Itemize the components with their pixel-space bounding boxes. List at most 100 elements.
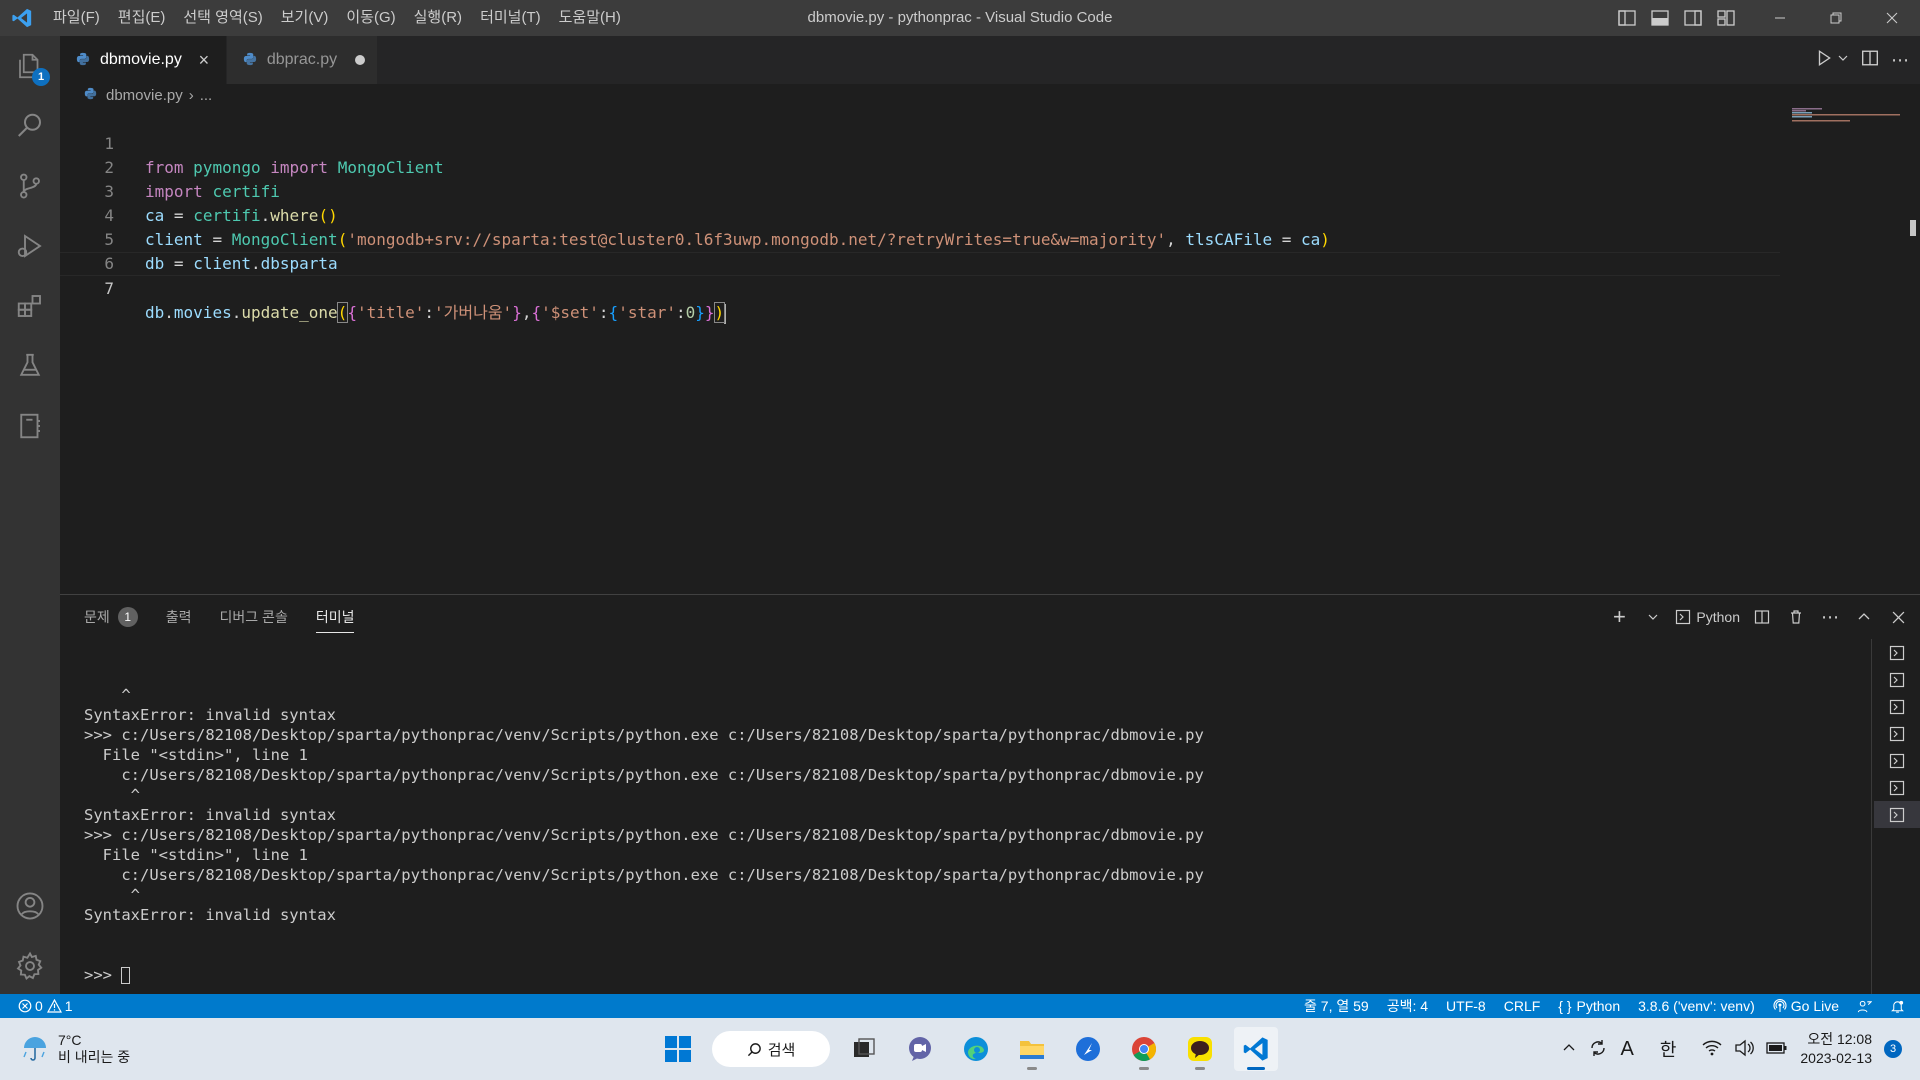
tab-debug-console[interactable]: 디버그 콘솔: [220, 595, 288, 639]
breadcrumb-symbols[interactable]: ...: [200, 87, 213, 104]
settings-gear-icon[interactable]: [0, 936, 60, 996]
menu-item[interactable]: 편집(E): [109, 0, 175, 36]
code-editor[interactable]: 1 from pymongo import MongoClient 2 impo…: [60, 106, 1920, 594]
extensions-icon[interactable]: [0, 276, 60, 336]
python-interpreter[interactable]: 3.8.6 ('venv': venv): [1629, 994, 1764, 1018]
menu-item[interactable]: 실행(R): [405, 0, 471, 36]
terminal-instance-list: [1874, 639, 1920, 828]
encoding[interactable]: UTF-8: [1437, 994, 1495, 1018]
restore-icon[interactable]: [1808, 0, 1864, 36]
terminal-instance-icon[interactable]: [1874, 747, 1920, 774]
ime-mode[interactable]: 한: [1660, 1036, 1677, 1062]
kakaotalk-icon[interactable]: [1178, 1027, 1222, 1071]
start-button[interactable]: [656, 1027, 700, 1071]
explorer-icon[interactable]: 1: [0, 36, 60, 96]
terminal-instance-icon[interactable]: [1874, 774, 1920, 801]
tab-problems[interactable]: 문제 1: [84, 595, 138, 639]
menu-item[interactable]: 선택 영역(S): [174, 0, 271, 36]
ime-language[interactable]: A: [1620, 1038, 1633, 1061]
toggle-secondary-sidebar-icon[interactable]: [1676, 0, 1709, 36]
pin-app-icon[interactable]: [1066, 1027, 1110, 1071]
code-line: 1 from pymongo import MongoClient: [60, 108, 1780, 177]
new-terminal-icon[interactable]: +: [1607, 604, 1631, 630]
menu-item[interactable]: 터미널(T): [471, 0, 550, 36]
file-explorer-icon[interactable]: [1010, 1027, 1054, 1071]
menu-item[interactable]: 이동(G): [337, 0, 404, 36]
tab-output[interactable]: 출력: [166, 595, 192, 639]
go-live-button[interactable]: Go Live: [1764, 994, 1848, 1018]
terminal-instance-icon[interactable]: [1874, 666, 1920, 693]
terminal-instance-icon[interactable]: [1874, 693, 1920, 720]
python-file-icon: [76, 52, 92, 68]
chevron-down-icon[interactable]: [1641, 604, 1665, 630]
status-bar: 0 1 줄 7, 열 59 공백: 4 UTF-8 CRLF { } Pytho…: [0, 994, 1920, 1018]
chevron-down-icon[interactable]: [1837, 51, 1849, 69]
cursor-position[interactable]: 줄 7, 열 59: [1295, 994, 1378, 1018]
toggle-primary-sidebar-icon[interactable]: [1610, 0, 1643, 36]
close-window-icon[interactable]: [1864, 0, 1920, 36]
maximize-panel-icon[interactable]: [1852, 604, 1876, 630]
terminal-profile[interactable]: Python: [1675, 604, 1740, 630]
breadcrumb: dbmovie.py › ...: [60, 84, 1920, 106]
sync-icon[interactable]: [1588, 1038, 1608, 1061]
clock[interactable]: 오전 12:08 2023-02-13: [1800, 1030, 1872, 1068]
volume-icon[interactable]: [1734, 1039, 1755, 1060]
running-indicator: [1247, 1067, 1265, 1070]
accounts-icon[interactable]: [0, 876, 60, 936]
tab-dbprac[interactable]: dbprac.py: [226, 36, 379, 84]
toggle-panel-icon[interactable]: [1643, 0, 1676, 36]
search-icon[interactable]: [0, 96, 60, 156]
terminal-instance-icon[interactable]: [1874, 801, 1920, 828]
minimap[interactable]: [1790, 106, 1900, 166]
code-line: 3 ca = certifi.where(): [60, 156, 1780, 225]
split-terminal-icon[interactable]: [1750, 604, 1774, 630]
wifi-icon[interactable]: [1702, 1039, 1722, 1060]
rain-umbrella-icon: [23, 1037, 46, 1061]
vscode-taskbar-icon[interactable]: [1234, 1027, 1278, 1071]
feedback-icon[interactable]: [1848, 994, 1881, 1018]
teams-chat-icon[interactable]: [898, 1027, 942, 1071]
menu-item[interactable]: 도움말(H): [550, 0, 630, 36]
kill-terminal-trash-icon[interactable]: [1784, 604, 1808, 630]
terminal-profile-label: Python: [1696, 609, 1740, 625]
chrome-browser-icon[interactable]: [1122, 1027, 1166, 1071]
menu-item[interactable]: 보기(V): [272, 0, 338, 36]
show-hidden-icons-chevron-up-icon[interactable]: [1562, 1041, 1576, 1058]
customize-layout-icon[interactable]: [1709, 0, 1742, 36]
more-actions-icon[interactable]: ⋯: [1891, 50, 1910, 71]
terminal-line: >>> c:/Users/82108/Desktop/sparta/python…: [84, 726, 1204, 744]
edge-browser-icon[interactable]: [954, 1027, 998, 1071]
notification-badge[interactable]: 3: [1884, 1040, 1902, 1058]
menu-item[interactable]: 파일(F): [44, 0, 109, 36]
close-panel-icon[interactable]: [1886, 604, 1910, 630]
tab-dbmovie[interactable]: dbmovie.py ×: [60, 36, 227, 84]
terminal-scrollbar[interactable]: [1871, 639, 1872, 1019]
run-python-file-icon[interactable]: [1815, 49, 1833, 72]
split-editor-icon[interactable]: [1861, 49, 1879, 72]
end-of-line[interactable]: CRLF: [1495, 994, 1550, 1018]
indentation[interactable]: 공백: 4: [1378, 994, 1437, 1018]
weather-widget[interactable]: 7°C 비 내리는 중: [20, 1032, 130, 1066]
terminal-line: ^: [84, 686, 131, 704]
remote-explorer-icon[interactable]: [0, 396, 60, 456]
minimize-icon[interactable]: [1752, 0, 1808, 36]
terminal-instance-icon[interactable]: [1874, 720, 1920, 747]
unsaved-dot-icon[interactable]: [355, 55, 366, 65]
source-control-icon[interactable]: [0, 156, 60, 216]
more-actions-icon[interactable]: ⋯: [1818, 604, 1842, 630]
language-mode[interactable]: { } Python: [1549, 994, 1629, 1018]
problems-status[interactable]: 0 1: [0, 994, 82, 1018]
task-view-icon[interactable]: [842, 1027, 886, 1071]
battery-icon[interactable]: [1766, 1040, 1788, 1059]
notifications-bell-icon[interactable]: [1881, 994, 1914, 1018]
run-debug-icon[interactable]: [0, 216, 60, 276]
terminal-instance-icon[interactable]: [1874, 639, 1920, 666]
close-tab-icon[interactable]: ×: [194, 50, 214, 70]
error-icon: [18, 999, 32, 1013]
testing-icon[interactable]: [0, 336, 60, 396]
taskbar-search[interactable]: 검색: [712, 1031, 830, 1067]
breadcrumb-file[interactable]: dbmovie.py: [106, 87, 183, 104]
code-line: 4 client = MongoClient('mongodb+srv://sp…: [60, 180, 1780, 249]
terminal-output[interactable]: ^ SyntaxError: invalid syntax >>> c:/Users…: [84, 645, 1844, 1005]
tab-terminal[interactable]: 터미널: [315, 595, 354, 639]
